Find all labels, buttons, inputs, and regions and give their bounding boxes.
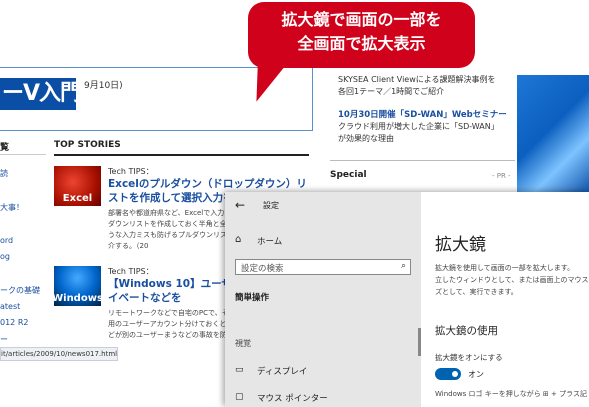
toggle-state: オン [468, 370, 484, 379]
display-icon: ▭ [235, 365, 244, 375]
side-nav-item[interactable]: 大事！ [0, 202, 24, 213]
side-nav-item[interactable]: ークの基礎 [0, 285, 40, 296]
divider [330, 160, 515, 161]
toggle-knob [452, 371, 458, 377]
home-icon: ⌂ [235, 234, 242, 245]
desktop-wallpaper [517, 75, 589, 195]
settings-window: ← 設定 ⌂ ホーム 設定の検索 ⌕ 簡単操作 視覚 ▭ ディスプレイ ▢ マウ… [225, 192, 589, 407]
story-tag: Tech TIPS： [108, 167, 154, 176]
right-col-text: クラウド利用が増大した企業に「SD-WAN」 [338, 122, 499, 131]
shortcut-hint: Windows ロゴ キーを押しながら ⊞ + プラス記 [435, 390, 587, 398]
status-bar-url: it/articles/2009/10/news017.html [0, 347, 118, 361]
side-nav-item[interactable]: 読 [0, 168, 8, 179]
story-thumbnail[interactable]: Excel [54, 166, 101, 206]
nav-home-label: ホーム [257, 237, 283, 247]
nav-section-title: 簡単操作 [235, 293, 270, 303]
description-line: 拡大鏡を使用して画面の一部を拡大します。 [435, 264, 575, 272]
right-col-text: SKYSEA Client Viewによる課題解決事例を [338, 75, 496, 84]
side-nav-item[interactable]: og [0, 252, 10, 261]
nav-item-label: ディスプレイ [257, 367, 308, 377]
banner-date: 9月10日) [84, 81, 123, 91]
window-title: 設定 [263, 201, 279, 210]
nav-group-label: 視覚 [235, 339, 251, 348]
magnifier-toggle[interactable] [435, 368, 461, 380]
story-tag: Tech TIPS： [108, 267, 154, 276]
side-nav-list: 読 大事！ ord og ークの基礎 atest 012 R2 ー [0, 0, 46, 407]
magnified-screen: ーV入門 9月10日) 覧 読 大事！ ord og ークの基礎 atest 0… [0, 0, 589, 407]
right-col-link[interactable]: 10月30日開催「SD-WAN」Webセミナー [338, 108, 507, 120]
search-placeholder: 設定の検索 [241, 264, 284, 274]
side-nav-item[interactable]: ord [0, 236, 13, 245]
nav-item-display[interactable]: ▭ ディスプレイ [231, 362, 417, 380]
settings-content: 拡大鏡 拡大鏡を使用して画面の一部を拡大します。 立したウィンドウとして、または… [421, 192, 589, 407]
back-arrow-icon[interactable]: ← [235, 198, 245, 212]
callout-text: 拡大鏡で画面の一部を 全画面で拡大表示 [248, 8, 475, 56]
side-nav-item[interactable]: ー [0, 334, 8, 345]
side-nav-item[interactable]: atest [0, 302, 20, 311]
nav-home[interactable]: ⌂ ホーム [231, 232, 417, 250]
top-stories-heading: TOP STORIES [54, 140, 309, 156]
description-line: 立したウィンドウとして、または画面上のマウス [435, 276, 589, 284]
nav-item-label: マウス ポインター [257, 394, 328, 404]
mouse-pointer-icon: ▢ [235, 392, 244, 402]
pr-label: - PR - [492, 172, 511, 180]
story-thumbnail[interactable]: Windows [52, 266, 103, 306]
callout-line-2: 全画面で拡大表示 [297, 34, 426, 53]
right-col-text: が効果的な理由 [338, 134, 394, 143]
toggle-label: 拡大鏡をオンにする [435, 353, 503, 362]
section-heading: 拡大鏡の使用 [435, 325, 498, 337]
settings-search-input[interactable]: 設定の検索 ⌕ [235, 259, 411, 275]
search-icon[interactable]: ⌕ [401, 261, 406, 271]
settings-nav: ← 設定 ⌂ ホーム 設定の検索 ⌕ 簡単操作 視覚 ▭ ディスプレイ ▢ マウ… [225, 192, 421, 407]
page-description: 拡大鏡を使用して画面の一部を拡大します。 立したウィンドウとして、または画面上の… [435, 262, 589, 298]
special-heading: Special [330, 170, 367, 180]
page-title: 拡大鏡 [435, 235, 486, 255]
description-line: ズとして、実行できます。 [435, 288, 518, 296]
callout-line-1: 拡大鏡で画面の一部を [281, 10, 442, 29]
side-nav-item[interactable]: 012 R2 [0, 318, 28, 327]
nav-item-mouse-pointer[interactable]: ▢ マウス ポインター [231, 389, 417, 407]
right-col-text: 各回1テーマ／1時間でご紹介 [338, 87, 445, 96]
